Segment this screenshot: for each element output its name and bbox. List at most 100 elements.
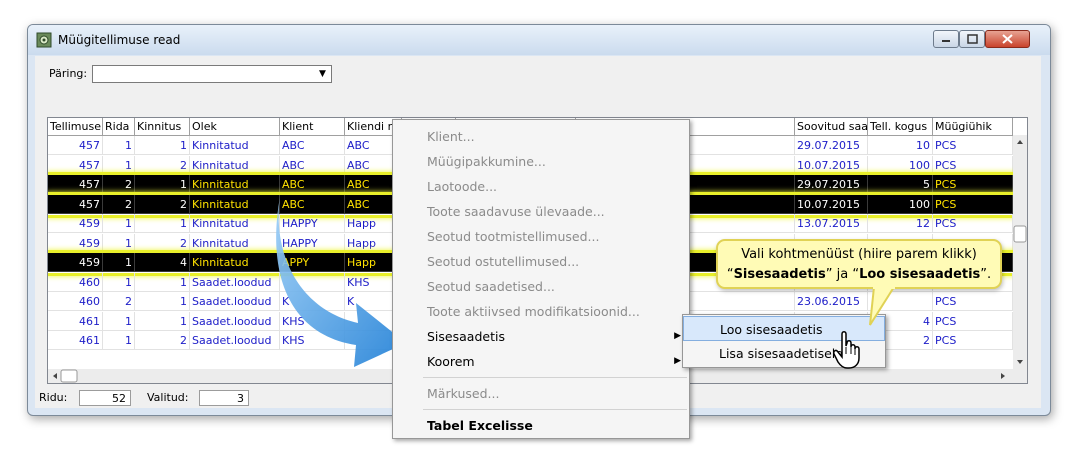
- table-cell: 100: [868, 155, 933, 175]
- table-cell: 1: [135, 175, 190, 194]
- table-cell: PCS: [933, 311, 1013, 331]
- callout-line-2: “Sisesaadetis” ja “Loo sisesaadetis”.: [726, 267, 992, 282]
- table-cell: Kinnitatud: [190, 136, 280, 155]
- context-menu-item-8[interactable]: Sisesaadetis ▶: [393, 324, 689, 349]
- column-header-10[interactable]: Tell. kogus: [868, 118, 933, 135]
- callout-line-1: Vali kohtmenüüst (hiire parem klikk): [741, 247, 977, 262]
- table-cell: 2: [103, 194, 135, 214]
- callout-bold-loo-sisesaadetis: Loo sisesaadetis: [859, 267, 981, 282]
- table-cell: Saadet.loodud: [190, 292, 280, 311]
- column-header-1[interactable]: Rida: [103, 118, 135, 135]
- table-cell: 13.07.2015: [795, 214, 868, 233]
- close-button[interactable]: [985, 30, 1030, 48]
- table-cell: 2: [135, 233, 190, 253]
- context-menu-item-5[interactable]: Seotud ostutellimused...: [393, 249, 689, 274]
- table-cell: 5: [868, 175, 933, 194]
- table-cell: ABC: [280, 155, 345, 175]
- table-cell: 460: [48, 272, 103, 292]
- context-menu-item-label: Seotud ostutellimused...: [427, 254, 580, 269]
- chevron-down-icon[interactable]: ▼: [315, 67, 330, 81]
- callout-bold-sisesaadetis: Sisesaadetis: [733, 267, 826, 282]
- context-menu-item-6[interactable]: Seotud saadetised...: [393, 274, 689, 299]
- app-icon: [36, 32, 52, 48]
- column-header-11[interactable]: Müügiühik: [933, 118, 1013, 135]
- context-menu-item-label: Laotoode...: [427, 179, 498, 194]
- title-bar[interactable]: Müügitellimuse read: [28, 25, 1050, 55]
- table-cell: 459: [48, 253, 103, 272]
- pointer-arrow-graphic: [276, 197, 406, 367]
- query-combobox[interactable]: ▼: [92, 65, 332, 83]
- column-header-9[interactable]: Soovitud saatm: [795, 118, 868, 135]
- selected-count-value: 3: [199, 390, 249, 406]
- table-cell: 1: [103, 155, 135, 175]
- maximize-button[interactable]: [959, 30, 985, 48]
- callout-pointer-tail: [869, 287, 896, 326]
- table-cell: 2: [103, 175, 135, 194]
- table-cell: 461: [48, 311, 103, 331]
- table-cell: 457: [48, 136, 103, 155]
- table-cell: PCS: [933, 155, 1013, 175]
- chevron-right-icon: ▶: [674, 331, 681, 341]
- table-cell: Kinnitatud: [190, 175, 280, 194]
- table-cell: PCS: [933, 331, 1013, 350]
- table-cell: PCS: [933, 194, 1013, 214]
- minimize-button[interactable]: [933, 30, 959, 48]
- context-menu-item-3[interactable]: Toote saadavuse ülevaade...: [393, 199, 689, 224]
- context-menu-item-2[interactable]: Laotoode...: [393, 174, 689, 199]
- context-menu-item-11[interactable]: Tabel Excelisse: [393, 413, 689, 438]
- table-cell: PCS: [933, 136, 1013, 155]
- table-cell: Kinnitatud: [190, 155, 280, 175]
- context-menu-item-1[interactable]: Müügipakkumine...: [393, 149, 689, 174]
- column-header-3[interactable]: Olek: [190, 118, 280, 135]
- table-cell: 457: [48, 175, 103, 194]
- context-menu-item-0[interactable]: Klient...: [393, 124, 689, 149]
- table-cell: PCS: [933, 175, 1013, 194]
- table-cell: 2: [103, 292, 135, 311]
- table-cell: 4: [135, 253, 190, 272]
- table-cell: 1: [135, 136, 190, 155]
- table-cell: Saadet.loodud: [190, 272, 280, 292]
- table-cell: 1: [135, 272, 190, 292]
- column-header-4[interactable]: Klient: [280, 118, 345, 135]
- table-cell: 12: [868, 214, 933, 233]
- table-cell: Kinnitatud: [190, 214, 280, 233]
- context-menu-item-4[interactable]: Seotud tootmistellimused...: [393, 224, 689, 249]
- context-menu-item-label: Märkused...: [427, 386, 500, 401]
- table-cell: 29.07.2015: [795, 136, 868, 155]
- table-cell: 2: [135, 331, 190, 350]
- context-menu-item-10[interactable]: Märkused...: [393, 381, 689, 406]
- context-menu-item-label: Koorem: [427, 354, 475, 369]
- context-menu-item-label: Seotud saadetised...: [427, 279, 555, 294]
- vertical-scrollbar[interactable]: [1013, 135, 1027, 383]
- table-cell: ABC: [280, 136, 345, 155]
- table-cell: ABC: [280, 175, 345, 194]
- table-cell: 2: [135, 194, 190, 214]
- table-cell: 1: [103, 214, 135, 233]
- context-menu-item-9[interactable]: Koorem ▶: [393, 349, 689, 374]
- table-cell: Saadet.loodud: [190, 311, 280, 331]
- context-menu-item-label: Klient...: [427, 129, 475, 144]
- hand-cursor-icon: [833, 331, 860, 369]
- context-menu-item-7[interactable]: Toote aktiivsed modifikatsioonid...: [393, 299, 689, 324]
- instruction-callout: Vali kohtmenüüst (hiire parem klikk) “Si…: [716, 239, 1002, 289]
- table-cell: 460: [48, 292, 103, 311]
- table-cell: Kinnitatud: [190, 233, 280, 253]
- context-menu-item-label: Toote aktiivsed modifikatsioonid...: [427, 304, 640, 319]
- column-header-0[interactable]: Tellimuse n: [48, 118, 103, 135]
- query-label: Päring:: [49, 67, 88, 80]
- table-cell: 1: [103, 253, 135, 272]
- table-cell: 459: [48, 214, 103, 233]
- table-cell: Saadet.loodud: [190, 331, 280, 350]
- table-cell: 1: [103, 233, 135, 253]
- table-cell: 23.06.2015: [795, 292, 868, 311]
- table-cell: 10: [868, 136, 933, 155]
- column-header-2[interactable]: Kinnitus: [135, 118, 190, 135]
- table-cell: PCS: [933, 292, 1013, 311]
- table-cell: 2: [135, 155, 190, 175]
- context-menu-item-label: Seotud tootmistellimused...: [427, 229, 600, 244]
- context-menu-item-label: Toote saadavuse ülevaade...: [427, 204, 605, 219]
- table-cell: Kinnitatud: [190, 194, 280, 214]
- table-cell: 10.07.2015: [795, 155, 868, 175]
- table-cell: 1: [135, 292, 190, 311]
- context-menu: Klient... Müügipakkumine... Laotoode... Too…: [392, 119, 690, 439]
